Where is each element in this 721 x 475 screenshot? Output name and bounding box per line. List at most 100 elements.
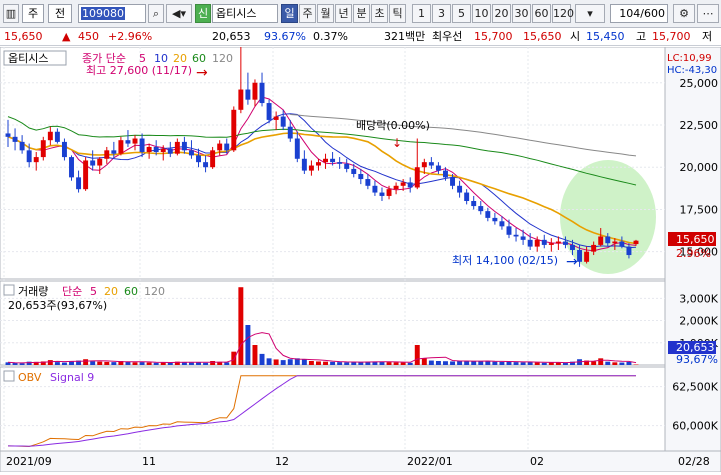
candle-body: [372, 186, 377, 193]
price-y-tick: 25,000: [680, 77, 719, 90]
volume-legend-box[interactable]: [4, 285, 14, 295]
candle-body: [302, 159, 307, 171]
speaker-icon[interactable]: ◀▾: [166, 4, 192, 23]
price-change: 450: [78, 28, 99, 45]
volume-bar: [302, 359, 307, 365]
count-field[interactable]: 104/600: [610, 4, 668, 23]
interval-button-5[interactable]: 5: [452, 4, 471, 23]
stock-name-field[interactable]: 옵티시스: [212, 4, 278, 23]
volume-bar: [245, 325, 250, 365]
volume-panel[interactable]: [0, 281, 665, 365]
interval-button-120[interactable]: 120: [552, 4, 571, 23]
candle-body: [104, 150, 109, 158]
type-select-label: 주: [28, 7, 38, 20]
low-label: 저: [702, 28, 712, 45]
volume-bar: [147, 363, 152, 365]
candle-body: [83, 160, 88, 189]
candle-body: [260, 83, 265, 103]
volume-ma-label: 단순: [62, 285, 82, 298]
period-button-1[interactable]: 주: [299, 4, 316, 23]
interval-button-10[interactable]: 10: [472, 4, 491, 23]
candle-body: [344, 164, 349, 169]
x-axis-strip[interactable]: [0, 451, 721, 472]
volume-value: 20,653: [212, 28, 251, 45]
volume-bar: [111, 362, 116, 365]
volume-bar: [330, 362, 335, 365]
candle-body: [394, 186, 399, 189]
candle-body: [6, 133, 11, 136]
obv-legend-box[interactable]: [4, 371, 14, 381]
volume-bar: [104, 362, 109, 365]
period-button-0[interactable]: 일: [281, 4, 298, 23]
volume-bar: [48, 360, 53, 365]
volume-bar: [443, 361, 448, 365]
volume-bar: [140, 362, 145, 365]
search-icon[interactable]: ⌕: [148, 4, 164, 23]
volume-ma-20: 20: [104, 285, 118, 298]
volume-bar: [408, 363, 413, 365]
volume-bar: [267, 358, 272, 365]
candle-body: [62, 142, 67, 157]
interval-button-3[interactable]: 3: [432, 4, 451, 23]
candle-body: [365, 179, 370, 186]
period-button-3[interactable]: 년: [335, 4, 352, 23]
settings-icon[interactable]: ⚙: [673, 4, 695, 23]
code-input[interactable]: 109080: [78, 4, 146, 23]
candle-body: [267, 103, 272, 120]
candle-body: [27, 150, 32, 162]
candle-body: [450, 177, 455, 185]
candle-body: [626, 247, 631, 255]
layout-icon[interactable]: ▥: [3, 4, 19, 23]
candle-body: [556, 242, 561, 244]
type-select[interactable]: 주: [22, 4, 44, 23]
interval-button-60[interactable]: 60: [532, 4, 551, 23]
volume-bar: [154, 363, 159, 365]
dividend-label: 배당락(0.00%): [356, 119, 430, 132]
chart-area[interactable]: 옵티시스 종가 단순 5 10 20 60 120 최고 27,600 (11/…: [0, 47, 721, 472]
period-button-6[interactable]: 틱: [389, 4, 406, 23]
volume-bar: [542, 363, 547, 365]
volume-bar: [619, 363, 624, 365]
candle-body: [634, 241, 639, 244]
obv-y-tick: 60,000K: [672, 420, 718, 433]
obv-panel[interactable]: [0, 367, 665, 451]
period-button-5[interactable]: 초: [371, 4, 388, 23]
candle-body: [196, 155, 201, 162]
candle-body: [323, 159, 328, 162]
x-axis-label: 02: [530, 455, 544, 468]
market-select[interactable]: 전: [48, 4, 72, 23]
candle-body: [20, 142, 25, 150]
candle-body: [521, 236, 526, 239]
candle-body: [549, 243, 554, 245]
interval-button-1[interactable]: 1: [412, 4, 431, 23]
candle-body: [154, 147, 159, 152]
min-arrow-icon: →: [566, 254, 578, 270]
volume-bar: [422, 358, 427, 365]
period-dropdown-icon[interactable]: ▾: [575, 4, 605, 23]
candle-body: [217, 144, 222, 151]
candle-body: [316, 162, 321, 165]
interval-button-20[interactable]: 20: [492, 4, 511, 23]
candle-body: [175, 142, 180, 154]
candle-body: [612, 242, 617, 244]
volume-bar: [316, 361, 321, 365]
interval-button-30[interactable]: 30: [512, 4, 531, 23]
credit-badge: 신: [195, 4, 211, 23]
volume-bar: [210, 361, 215, 365]
candle-body: [140, 139, 145, 153]
legend-ma-120: 120: [212, 52, 233, 65]
period-button-4[interactable]: 분: [353, 4, 370, 23]
candle-body: [55, 132, 60, 142]
x-axis-label: 2022/01: [407, 455, 453, 468]
volume-bar: [521, 362, 526, 365]
candle-body: [507, 226, 512, 234]
volume-bar: [83, 359, 88, 365]
volume-bar: [492, 362, 497, 365]
volume-bar: [189, 363, 194, 365]
candle-body: [358, 174, 363, 179]
candle-body: [443, 171, 448, 178]
candle-body: [125, 140, 130, 143]
candle-body: [189, 150, 194, 155]
period-button-2[interactable]: 월: [317, 4, 334, 23]
more-icon[interactable]: ⋯: [697, 4, 719, 23]
